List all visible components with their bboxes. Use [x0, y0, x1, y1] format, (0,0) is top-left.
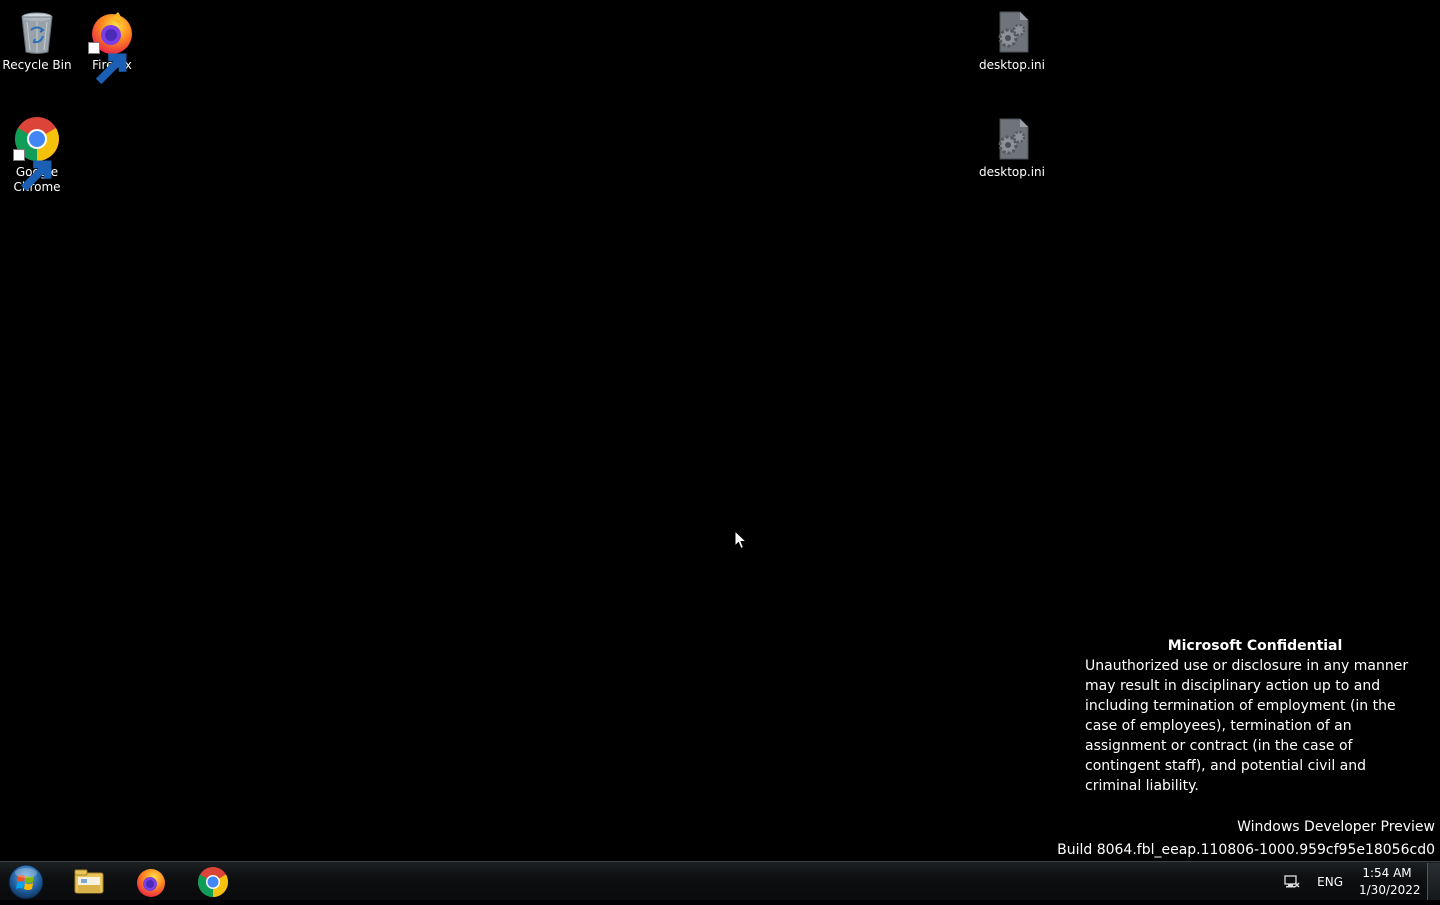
- file-explorer-icon: [74, 869, 104, 893]
- clock-date: 1/30/2022: [1359, 882, 1421, 897]
- clock[interactable]: 1:54 AM 1/30/2022: [1359, 865, 1421, 899]
- desktop-icon-firefox[interactable]: Firefox: [75, 8, 149, 85]
- chrome-icon: [13, 115, 61, 192]
- recycle-bin-icon: [13, 8, 61, 56]
- show-desktop-button[interactable]: [1427, 863, 1440, 900]
- desktop[interactable]: Recycle Bin Firefox Google Chrome deskto…: [0, 0, 1440, 861]
- desktop-ini-label: desktop.ini: [979, 58, 1045, 72]
- mouse-cursor-icon: [734, 530, 748, 550]
- recycle-bin-label: Recycle Bin: [2, 58, 72, 72]
- desktop-icon-desktop-ini[interactable]: desktop.ini: [975, 115, 1049, 180]
- watermark-title: Microsoft Confidential: [1167, 638, 1343, 654]
- build-text: Build 8064.fbl_eeap.110806-1000.959cf95e…: [1057, 842, 1435, 858]
- taskbar: ENG 1:54 AM 1/30/2022: [0, 861, 1440, 900]
- firefox-icon: [88, 8, 136, 85]
- shortcut-arrow-icon: [13, 149, 52, 192]
- system-tray: ENG 1:54 AM 1/30/2022: [1283, 862, 1440, 901]
- clock-time: 1:54 AM: [1362, 865, 1412, 880]
- taskbar-file-explorer[interactable]: [61, 864, 117, 899]
- confidential-watermark: Microsoft Confidential Unauthorized use …: [1085, 636, 1425, 796]
- taskbar-firefox[interactable]: [123, 864, 179, 899]
- desktop-icon-recycle-bin[interactable]: Recycle Bin: [0, 8, 74, 73]
- start-button[interactable]: [7, 863, 45, 901]
- windows-logo-icon: [8, 864, 44, 900]
- chrome-icon: [197, 866, 229, 897]
- desktop-icon-google-chrome[interactable]: Google Chrome: [0, 115, 74, 195]
- language-indicator[interactable]: ENG: [1317, 875, 1343, 889]
- desktop-icon-desktop-ini[interactable]: desktop.ini: [975, 8, 1049, 73]
- taskbar-chrome[interactable]: [185, 864, 241, 899]
- edition-text: Windows Developer Preview: [1237, 819, 1435, 835]
- shortcut-arrow-icon: [88, 42, 127, 85]
- watermark-body: Unauthorized use or disclosure in any ma…: [1085, 658, 1409, 794]
- settings-file-icon: [988, 8, 1036, 56]
- firefox-icon: [137, 868, 165, 897]
- settings-file-icon: [988, 115, 1036, 163]
- network-icon[interactable]: [1283, 873, 1301, 891]
- build-watermark: Windows Developer Preview Build 8064.fbl…: [1057, 816, 1435, 862]
- desktop-ini-label: desktop.ini: [979, 165, 1045, 179]
